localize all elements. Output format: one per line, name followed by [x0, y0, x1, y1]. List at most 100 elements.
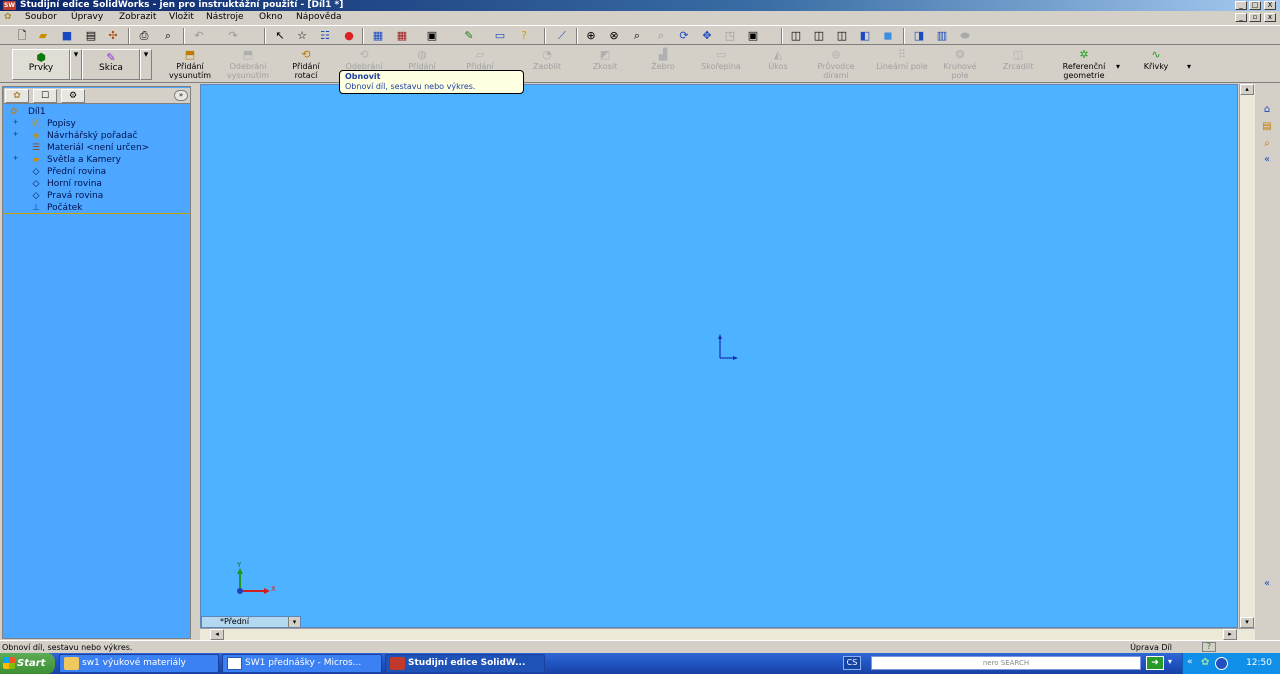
vertical-scrollbar[interactable]: ▴ ▾ [1239, 84, 1255, 628]
make-assembly-icon[interactable]: ✣ [106, 29, 120, 42]
scroll-up-icon[interactable]: ▴ [1240, 84, 1254, 95]
taskbar-item-word[interactable]: SW1 přednášky - Micros... [222, 654, 382, 673]
language-indicator[interactable]: CS [843, 656, 861, 670]
zoom-to-area-icon[interactable]: ⊗ [607, 29, 621, 42]
grid-icon[interactable]: ▦ [371, 29, 385, 42]
tree-item-design-binder[interactable]: + ◈ Návrhářský pořadač [4, 130, 190, 142]
extruded-boss-button[interactable]: ⬒ Přidání vysunutím [164, 49, 216, 81]
tree-item-right-plane[interactable]: ◇ Pravá rovina [4, 190, 190, 202]
print-icon[interactable]: ⎙ [137, 29, 151, 42]
help-icon[interactable]: ? [517, 29, 531, 42]
tab-sketch[interactable]: ✎ Skica [82, 49, 140, 80]
design-library-icon[interactable]: ▤ [1258, 120, 1276, 134]
home-icon[interactable]: ⌂ [1258, 103, 1276, 117]
expand-icon[interactable]: + [12, 131, 19, 139]
help-icon[interactable]: ? [1202, 642, 1216, 652]
tab-features-dropdown[interactable]: ▾ [70, 49, 82, 80]
save-icon[interactable]: ■ [60, 29, 74, 42]
propertymanager-tab-icon[interactable]: ☐ [33, 89, 57, 103]
select-filter-icon[interactable]: ☆ [295, 29, 309, 42]
make-drawing-icon[interactable]: ▤ [84, 29, 98, 42]
hole-wizard-button[interactable]: ⊚ Průvodce dírami [806, 49, 866, 81]
sketch-relations-icon[interactable]: ⟋ [555, 29, 569, 42]
rib-button[interactable]: ▟ Žebro [637, 49, 689, 81]
zoom-to-fit-icon[interactable]: ⊕ [584, 29, 598, 42]
feature-manager-empty-area[interactable] [4, 215, 190, 638]
tree-item-material[interactable]: ☰ Materiál <není určen> [4, 142, 190, 154]
appearance-icon[interactable]: ✎ [462, 29, 476, 42]
shaded-icon[interactable]: ◼ [881, 29, 895, 42]
expand-panel-icon[interactable]: » [174, 90, 188, 101]
tree-item-origin[interactable]: ⊥ Počátek [4, 202, 190, 214]
search-go-icon[interactable]: ➜ [1146, 656, 1164, 670]
undo-icon[interactable]: ↶ [192, 29, 206, 42]
menu-vlozit[interactable]: Vložit [169, 12, 194, 23]
search-options-icon[interactable]: ▾ [1168, 657, 1172, 666]
horizontal-scrollbar[interactable]: ◂ ▸ [200, 628, 1255, 640]
info-icon[interactable] [1215, 657, 1228, 670]
maximize-button[interactable]: □ [1249, 1, 1261, 10]
open-icon[interactable]: ▰ [36, 29, 50, 42]
options-icon[interactable]: ☷ [318, 29, 332, 42]
curves-dropdown[interactable]: ▾ [1187, 62, 1191, 71]
circular-pattern-button[interactable]: ❂ Kruhové pole [934, 49, 986, 81]
reference-geometry-button[interactable]: ✲ Referenční geometrie [1054, 49, 1114, 81]
menu-soubor[interactable]: Soubor [25, 12, 57, 23]
view-name-tab[interactable]: *Přední ▾ [201, 616, 301, 628]
draft-button[interactable]: ◭ Úkos [752, 49, 804, 81]
select-icon[interactable]: ↖ [273, 29, 287, 42]
menu-zobrazit[interactable]: Zobrazit [119, 12, 156, 23]
taskbar-item-folder[interactable]: sw1 výukové materiály [59, 654, 219, 673]
taskbar-item-solidworks[interactable]: Studijní edice SolidW... [385, 654, 545, 673]
new-icon[interactable]: 🗋 [15, 29, 29, 42]
menu-okno[interactable]: Okno [259, 12, 283, 23]
fillet-button[interactable]: ◔ Zaoblit [521, 49, 573, 81]
document-properties-icon[interactable]: ▭ [493, 29, 507, 42]
zoom-selection-icon[interactable]: ⌕ [654, 29, 668, 42]
start-button[interactable]: Start [0, 653, 55, 674]
tree-item-annotations[interactable]: + Ⓐ Popisy [4, 118, 190, 130]
pan-icon[interactable]: ✥ [700, 29, 714, 42]
rotate-icon[interactable]: ⟳ [677, 29, 691, 42]
show-hidden-icons-icon[interactable]: « [1187, 657, 1193, 667]
graphics-area[interactable]: Y X [200, 84, 1238, 628]
expand-task-pane-icon[interactable]: « [1258, 577, 1276, 591]
tree-item-top-plane[interactable]: ◇ Horní rovina [4, 178, 190, 190]
display-style-icon[interactable]: ▣ [425, 29, 439, 42]
configurationmanager-tab-icon[interactable]: ⚙ [61, 89, 85, 103]
doc-minimize-button[interactable]: _ [1235, 13, 1247, 22]
network-icon[interactable]: ✿ [1201, 657, 1209, 668]
chamfer-button[interactable]: ◩ Zkosit [579, 49, 631, 81]
tab-features[interactable]: ⬢ Prvky [12, 49, 70, 80]
tree-item-front-plane[interactable]: ◇ Přední rovina [4, 166, 190, 178]
wireframe-icon[interactable]: ◫ [789, 29, 803, 42]
file-explorer-icon[interactable]: ⌕ [1258, 137, 1276, 151]
collapse-task-pane-icon[interactable]: « [1258, 153, 1276, 167]
mirror-button[interactable]: ◫ Zrcadlit [992, 49, 1044, 81]
table-icon[interactable]: ▦ [395, 29, 409, 42]
view-orientation-icon[interactable]: ▣ [746, 29, 760, 42]
view-dropdown-icon[interactable]: ▾ [288, 617, 300, 627]
revolved-boss-button[interactable]: ⟲ Přidání rotací [280, 49, 332, 81]
section-view-icon[interactable]: ▥ [935, 29, 949, 42]
featuremanager-tab-icon[interactable]: ✿ [5, 89, 29, 103]
print-preview-icon[interactable]: ⌕ [161, 29, 175, 42]
close-button[interactable]: X [1264, 1, 1276, 10]
scroll-left-icon[interactable]: ◂ [210, 629, 224, 640]
shell-button[interactable]: ▭ Skořepina [690, 49, 752, 81]
menu-napoveda[interactable]: Nápověda [296, 12, 342, 23]
reference-geometry-dropdown[interactable]: ▾ [1116, 62, 1120, 71]
scroll-down-icon[interactable]: ▾ [1240, 617, 1254, 628]
tab-sketch-dropdown[interactable]: ▾ [140, 49, 152, 80]
expand-icon[interactable]: + [12, 155, 19, 163]
redo-icon[interactable]: ↷ [226, 29, 240, 42]
zoom-in-out-icon[interactable]: ⌕ [630, 29, 644, 42]
shadows-icon[interactable]: ◨ [912, 29, 926, 42]
expand-icon[interactable]: + [12, 119, 19, 127]
nero-search-box[interactable]: nero SEARCH [871, 656, 1141, 670]
solidworks-logo-icon[interactable]: SW [3, 1, 16, 10]
solidworks-menu-icon[interactable]: ✿ [4, 12, 12, 22]
hidden-lines-removed-icon[interactable]: ◫ [835, 29, 849, 42]
curves-button[interactable]: ∿ Křivky [1130, 49, 1182, 81]
previous-view-icon[interactable]: ◳ [723, 29, 737, 42]
